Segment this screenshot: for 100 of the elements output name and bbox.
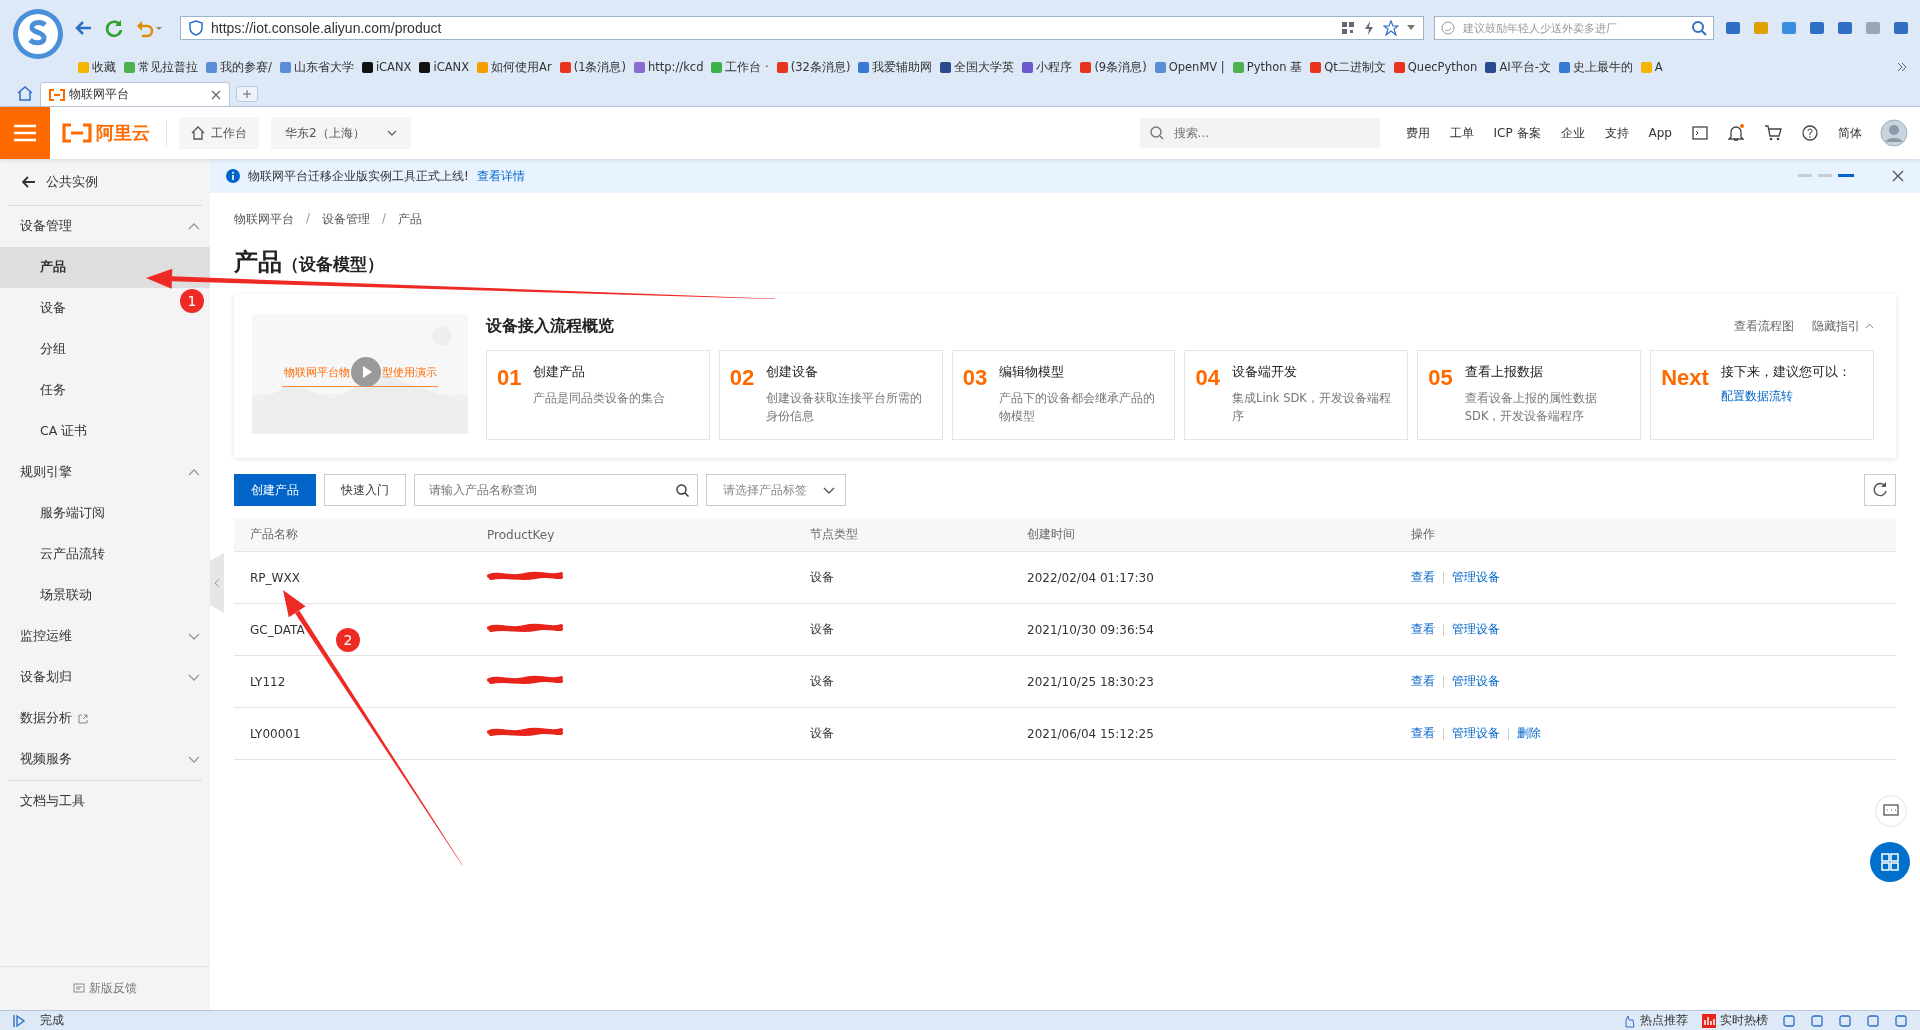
qr-code-icon[interactable] <box>1341 21 1355 35</box>
browser-search-field[interactable]: 建议鼓励年轻人少送外卖多进厂 <box>1434 16 1714 40</box>
action-link[interactable]: 查看 <box>1411 621 1435 638</box>
bookmark[interactable]: 我的参赛/ <box>206 59 272 75</box>
apps-icon[interactable] <box>1870 842 1910 882</box>
back-link[interactable]: 公共实例 <box>0 159 210 205</box>
search-input[interactable]: 搜索... <box>1171 125 1370 141</box>
sidebar-subitem[interactable]: 云产品流转 <box>0 534 111 575</box>
action-link[interactable]: 删除 <box>1517 725 1541 742</box>
sidebar-subitem[interactable]: 场景联动 <box>0 575 98 616</box>
step-number: 01 <box>497 365 522 392</box>
cart-icon[interactable] <box>1764 125 1782 141</box>
nav-link[interactable]: 支持 <box>1604 124 1629 142</box>
terminal-icon[interactable] <box>1692 126 1708 140</box>
sidebar-item[interactable]: 文档与工具 <box>0 781 210 822</box>
panel-toggle-icon[interactable] <box>12 1013 26 1028</box>
star-icon[interactable] <box>1383 20 1399 36</box>
refresh-icon[interactable] <box>1864 474 1896 506</box>
menu-button[interactable] <box>0 107 50 159</box>
region-dropdown[interactable]: 华东2（上海） <box>271 117 411 149</box>
sidebar-subitem[interactable]: 产品 <box>0 247 210 288</box>
action-link[interactable]: 查看 <box>1411 569 1435 586</box>
tag-select[interactable]: 请选择产品标签 <box>706 474 846 506</box>
guide-link[interactable]: 隐藏指引 <box>1812 318 1874 334</box>
bookmark[interactable]: 收藏 <box>78 59 116 75</box>
bookmark[interactable]: Python 基 <box>1232 59 1303 75</box>
breadcrumb-item[interactable]: 物联网平台 <box>234 211 294 228</box>
action-link[interactable]: 管理设备 <box>1452 621 1500 638</box>
browser-logo-icon[interactable] <box>12 8 64 60</box>
guide-link[interactable]: 查看流程图 <box>1734 318 1794 334</box>
lightning-icon[interactable] <box>1363 20 1375 36</box>
action-link[interactable]: 查看 <box>1411 725 1435 742</box>
sidebar-item[interactable]: 规则引擎 <box>0 452 210 493</box>
bookmark[interactable]: (32条消息) <box>776 59 851 75</box>
nav-link[interactable]: ICP 备案 <box>1493 124 1541 142</box>
bookmark[interactable]: 小程序 <box>1022 59 1073 75</box>
bell-icon[interactable] <box>1728 124 1744 142</box>
close-icon[interactable] <box>211 89 221 100</box>
bookmark[interactable]: OpenMV | <box>1154 60 1225 74</box>
search-engine-icon <box>1441 21 1455 35</box>
play-icon[interactable] <box>350 357 381 387</box>
search-icon <box>676 483 689 497</box>
step-link[interactable]: 配置数据流转 <box>1720 389 1863 404</box>
search-field[interactable]: 请输入产品名称查询 <box>414 474 698 506</box>
sidebar-item[interactable]: 设备管理 <box>0 206 210 247</box>
action-link[interactable]: 管理设备 <box>1452 673 1500 690</box>
bookmark[interactable]: iCANX <box>361 60 412 74</box>
avatar-icon[interactable] <box>1880 119 1908 147</box>
action-link[interactable]: 管理设备 <box>1452 725 1500 742</box>
help-icon[interactable] <box>1802 125 1818 141</box>
nav-link[interactable]: 工单 <box>1449 124 1474 142</box>
bookmark[interactable]: 山东省大学 <box>279 59 354 75</box>
bookmark[interactable]: AI平台-文 <box>1485 59 1551 75</box>
breadcrumb-item[interactable]: 设备管理 <box>322 211 371 228</box>
search-field[interactable]: 搜索... <box>1139 118 1380 148</box>
banner-link[interactable]: 查看详情 <box>476 167 525 185</box>
status-item[interactable]: 热点推荐 <box>1622 1013 1688 1028</box>
more-icon[interactable] <box>1896 61 1908 73</box>
action-link[interactable]: 管理设备 <box>1452 569 1500 586</box>
sidebar-subitem[interactable]: 分组 <box>0 329 72 370</box>
create-button[interactable]: 创建产品 <box>234 474 316 506</box>
chat-icon[interactable] <box>1875 795 1907 827</box>
home-icon[interactable] <box>16 85 34 101</box>
collapse-handle-icon[interactable] <box>210 553 224 613</box>
status-item[interactable]: 实时热榜 <box>1702 1013 1768 1028</box>
bookmark[interactable]: 全国大学英 <box>940 59 1015 75</box>
bookmark[interactable]: 我爱辅助网 <box>858 59 933 75</box>
search-icon[interactable] <box>1692 20 1707 36</box>
caret-icon[interactable] <box>1407 25 1415 31</box>
bookmark[interactable]: (1条消息) <box>559 59 626 75</box>
sidebar-item[interactable]: 视频服务 <box>0 739 210 780</box>
quick-start-button[interactable]: 快速入门 <box>324 474 406 506</box>
sidebar-subitem[interactable]: CA 证书 <box>0 411 94 452</box>
bookmark[interactable]: 如何使用Ar <box>477 59 552 75</box>
bookmark[interactable]: 常见拉普拉 <box>124 59 198 75</box>
language-link[interactable]: 简体 <box>1838 124 1862 142</box>
nav-link[interactable]: 企业 <box>1560 124 1585 142</box>
close-icon[interactable] <box>1892 170 1904 182</box>
bookmark[interactable]: 史上最牛的 <box>1558 59 1633 75</box>
sidebar-subitem[interactable]: 服务端订阅 <box>0 493 111 534</box>
sidebar-subitem[interactable]: 设备 <box>0 288 72 329</box>
bookmark[interactable]: QuecPython <box>1393 60 1478 74</box>
action-link[interactable]: 查看 <box>1411 673 1435 690</box>
nav-link[interactable]: 费用 <box>1405 124 1430 142</box>
browser-tab[interactable]: 物联网平台 <box>40 82 230 106</box>
bookmark[interactable]: 工作台 · <box>711 59 769 75</box>
sidebar-item[interactable]: 数据分析 <box>0 698 210 739</box>
sidebar-subitem[interactable]: 任务 <box>0 370 72 411</box>
sidebar-item[interactable]: 监控运维 <box>0 616 210 657</box>
breadcrumb-separator: / <box>306 211 311 227</box>
address-bar[interactable]: https://iot.console.aliyun.com/product <box>180 16 1424 40</box>
bookmark[interactable]: http://kcd <box>633 60 704 74</box>
workbench-button[interactable]: 工作台 <box>179 117 259 149</box>
bookmark[interactable]: (9条消息) <box>1080 59 1147 75</box>
sidebar-item[interactable]: 设备划归 <box>0 657 210 698</box>
nav-link[interactable]: App <box>1648 126 1672 140</box>
bookmark[interactable]: Qt二进制文 <box>1310 59 1386 75</box>
bookmark[interactable]: A <box>1640 60 1663 74</box>
bookmark[interactable]: iCANX <box>419 60 470 74</box>
external-link-icon <box>78 713 88 724</box>
